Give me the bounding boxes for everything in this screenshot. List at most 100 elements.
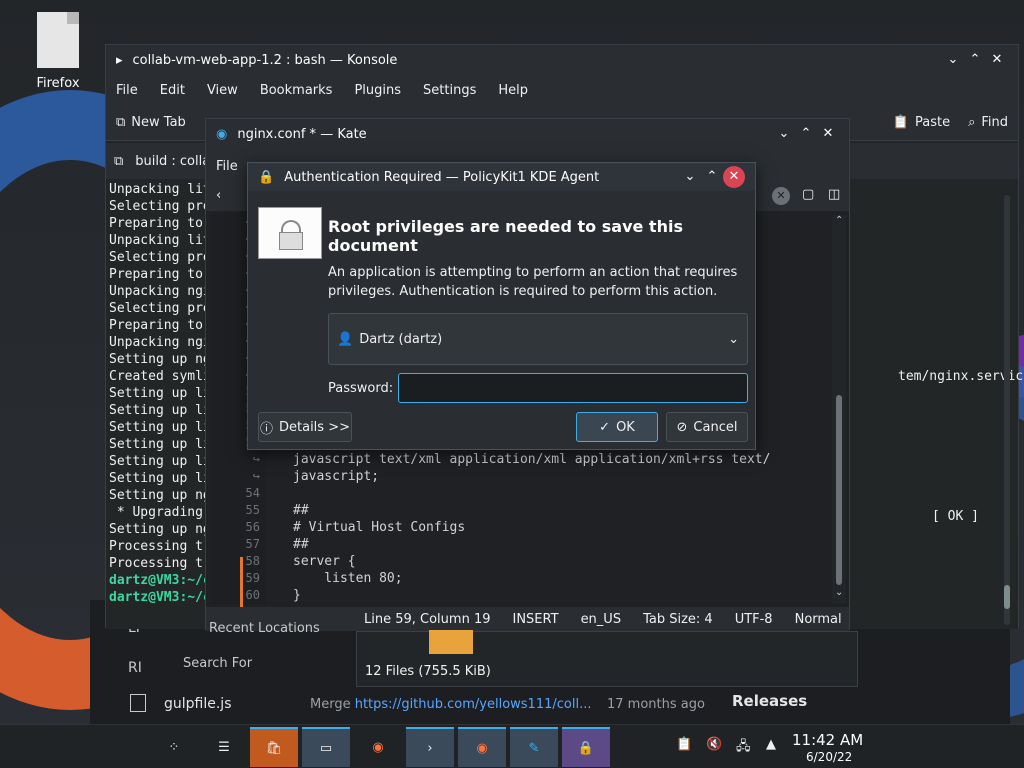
line-number: 54 (245, 486, 260, 500)
menu-view[interactable]: View (207, 83, 238, 98)
terminal-scrollbar[interactable] (1004, 195, 1010, 625)
details-button-label: Details >> (279, 419, 350, 435)
new-doc-icon[interactable]: ▢ (802, 187, 814, 202)
code-line: } (293, 588, 301, 603)
find-button[interactable]: Find (981, 115, 1008, 130)
releases-heading[interactable]: Releases (732, 692, 807, 710)
maximize-button[interactable]: ⌃ (964, 49, 986, 71)
menu-file[interactable]: File (116, 83, 138, 98)
konsole-icon[interactable]: › (406, 727, 454, 767)
input-mode[interactable]: INSERT (513, 612, 559, 627)
konsole-menubar: File Edit View Bookmarks Plugins Setting… (106, 75, 1018, 105)
auth-dialog: 🔒 Authentication Required — PolicyKit1 K… (247, 162, 756, 450)
konsole-titlebar: ▸ collab-vm-web-app-1.2 : bash — Konsole… (106, 45, 1018, 75)
paste-icon: 📋 (892, 115, 909, 130)
clock-date[interactable]: 6/20/22 (806, 750, 852, 764)
back-icon[interactable]: ‹ (216, 188, 221, 203)
spellcheck-language[interactable]: en_US (581, 612, 622, 627)
search-for[interactable]: Search For (183, 656, 252, 671)
dialog-description: An application is attempting to perform … (328, 265, 738, 299)
cursor-position[interactable]: Line 59, Column 19 (364, 612, 491, 627)
kate-icon[interactable]: ✎ (510, 727, 558, 767)
menu-edit[interactable]: Edit (160, 83, 185, 98)
app-launcher-icon[interactable]: ⁘ (150, 727, 198, 767)
network-icon[interactable]: 🖧 (736, 737, 751, 759)
menu-bookmarks[interactable]: Bookmarks (260, 83, 333, 98)
clock-time[interactable]: 11:42 AM (792, 731, 863, 749)
minimize-button[interactable]: ⌄ (773, 123, 795, 145)
highlight-mode[interactable]: Normal (795, 612, 842, 627)
tab-build[interactable]: build : colla (135, 154, 210, 169)
split-view-icon[interactable]: ◫ (828, 187, 840, 202)
password-field[interactable] (398, 373, 748, 403)
cancel-icon: ⊘ (676, 419, 688, 435)
volume-muted-icon[interactable]: 🔇 (706, 737, 722, 752)
details-button[interactable]: ⓘ Details >> (258, 412, 352, 442)
line-number: 58 (245, 554, 260, 568)
folder-icon (429, 630, 473, 654)
maximize-button[interactable]: ⌃ (701, 166, 723, 188)
line-number: ↪ (252, 469, 260, 483)
tab-size[interactable]: Tab Size: 4 (643, 612, 713, 627)
new-tab-button[interactable]: New Tab (131, 115, 186, 130)
desktop-icon-label: Firefox (36, 76, 80, 91)
line-number: 56 (245, 520, 260, 534)
minimize-button[interactable]: ⌄ (679, 166, 701, 188)
terminal-ok-text: [ OK ] (932, 509, 979, 524)
discover-store-icon[interactable]: 🛍 (250, 727, 298, 767)
user-select[interactable]: 👤 Dartz (dartz) ⌄ (328, 313, 748, 365)
code-line: ## (293, 537, 309, 552)
minimize-button[interactable]: ⌄ (942, 49, 964, 71)
padlock-icon (258, 207, 322, 259)
kate-app-icon: ◉ (216, 126, 228, 142)
menu-help[interactable]: Help (498, 83, 528, 98)
taskbar: ⁘ ☰ 🛍 ▭ ◉ › ◉ ✎ 🔒 📋 🔇 🖧 ▲ 11:42 AM 6/20/… (0, 724, 1024, 768)
close-button[interactable]: ✕ (817, 123, 839, 145)
editor-scrollbar[interactable]: ⌃ ⌄ (832, 215, 846, 603)
recent-locations[interactable]: Recent Locations (209, 621, 320, 636)
firefox-icon[interactable]: ◉ (354, 727, 402, 767)
file-row-name[interactable]: gulpfile.js (164, 696, 232, 712)
clipboard-icon[interactable]: 📋 (676, 737, 692, 752)
ok-button[interactable]: ✓ OK (576, 412, 658, 442)
user-icon: 👤 (337, 331, 354, 347)
line-number: 57 (245, 537, 260, 551)
menu-settings[interactable]: Settings (423, 83, 476, 98)
commit-message: Merge https://github.com/yellows111/coll… (310, 697, 591, 712)
commit-link[interactable]: https://github.com/yellows111/coll... (355, 697, 592, 712)
close-button[interactable]: ✕ (986, 49, 1008, 71)
polkit-agent-icon[interactable]: 🔒 (562, 727, 610, 767)
firefox-active-icon[interactable]: ◉ (458, 727, 506, 767)
maximize-button[interactable]: ⌃ (795, 123, 817, 145)
line-number: 60 (245, 588, 260, 602)
chevron-down-icon: ⌄ (728, 331, 739, 347)
file-manager-icon[interactable]: ▭ (302, 727, 350, 767)
expand-tray-icon[interactable]: ▲ (766, 737, 776, 752)
desktop-file-icon[interactable]: Firefox (26, 8, 90, 98)
search-icon: ⌕ (968, 115, 976, 130)
file-manager-panel: 12 Files (755.5 KiB) (356, 630, 858, 687)
lock-icon: 🔒 (258, 169, 275, 185)
konsole-title: collab-vm-web-app-1.2 : bash — Konsole (132, 52, 398, 68)
ok-button-label: OK (616, 419, 635, 435)
file-icon (130, 694, 146, 712)
system-settings-icon[interactable]: ☰ (200, 727, 248, 767)
kate-menu-file[interactable]: File (216, 159, 238, 174)
line-number: 55 (245, 503, 260, 517)
code-line: server { (293, 554, 356, 569)
commit-prefix: Merge (310, 697, 355, 712)
encoding[interactable]: UTF-8 (735, 612, 773, 627)
menu-plugins[interactable]: Plugins (354, 83, 401, 98)
dialog-heading: Root privileges are needed to save this … (328, 217, 683, 255)
code-line: # Virtual Host Configs (293, 520, 466, 535)
close-button[interactable]: ✕ (723, 166, 745, 188)
files-summary: 12 Files (755.5 KiB) (365, 664, 491, 679)
new-tab-icon: ⧉ (116, 115, 126, 130)
cancel-button[interactable]: ⊘ Cancel (666, 412, 748, 442)
close-tab-icon[interactable]: ✕ (772, 187, 790, 205)
line-number: ↪ (252, 452, 260, 466)
paste-button[interactable]: Paste (915, 115, 950, 130)
code-line: listen 80; (293, 571, 403, 586)
check-icon: ✓ (599, 419, 611, 435)
